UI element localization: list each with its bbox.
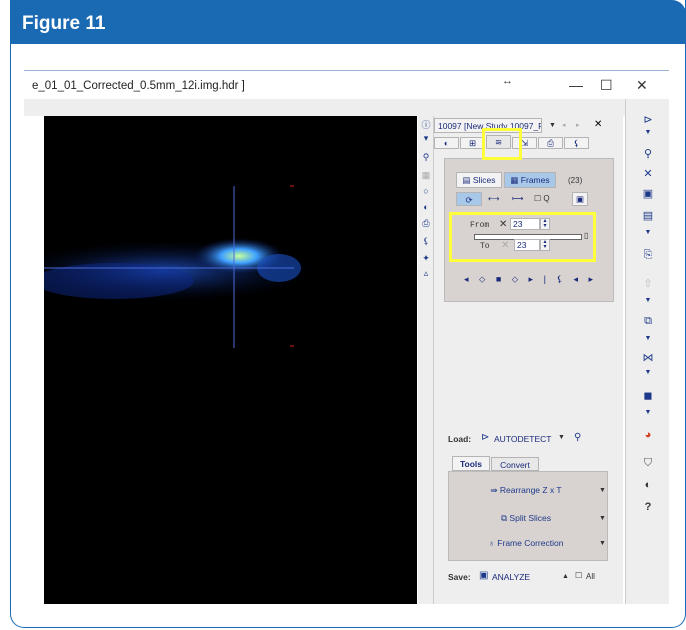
close-button[interactable]: ✕ xyxy=(636,77,648,94)
frames-icon: ▦ xyxy=(510,175,521,185)
split-label: Split Slices xyxy=(509,513,551,523)
tab-print[interactable]: ⎙ xyxy=(538,137,563,149)
figure-title: Figure 11 xyxy=(22,13,106,34)
load-format-dropdown-icon[interactable]: ▼ xyxy=(558,434,565,441)
movie-dropdown-icon[interactable]: ▼ xyxy=(626,409,670,416)
crosshair-tool-icon[interactable]: ⚲ xyxy=(420,152,432,163)
image-viewer[interactable] xyxy=(44,116,417,604)
resize-icon[interactable]: ↔ xyxy=(502,75,513,87)
color-palette-icon[interactable]: ◕ xyxy=(626,429,670,441)
circle-icon[interactable]: ○ xyxy=(420,186,432,196)
slices-label: Slices xyxy=(472,175,496,185)
pin-tool-icon[interactable]: ⚲ xyxy=(626,147,670,160)
terminal-dropdown-icon[interactable]: ▼ xyxy=(626,229,670,236)
forward-icon[interactable]: ⟼ xyxy=(512,194,523,203)
all-checkbox[interactable]: ☐ xyxy=(575,571,582,580)
frame-correction-dropdown-icon[interactable]: ▼ xyxy=(599,540,606,547)
slices-button[interactable]: ▤ Slices xyxy=(456,172,502,188)
load-format[interactable]: AUTODETECT xyxy=(494,434,551,444)
control-panel: 10097 [New Study 10097_P... ▼ ◂ ▸ ✕ ◐ ⊞ … xyxy=(434,116,623,604)
maximize-button[interactable]: ☐ xyxy=(600,77,613,94)
merge-dropdown-icon[interactable]: ▼ xyxy=(626,369,670,376)
rename-icon[interactable]: ⎘ xyxy=(626,249,670,262)
load-pin-icon[interactable]: ⚲ xyxy=(574,432,581,443)
adjust-icon[interactable]: ⚸ xyxy=(420,236,432,247)
tab-convert[interactable]: Convert xyxy=(491,457,539,471)
rearrange-button[interactable]: ⇛ Rearrange Z x T xyxy=(452,481,600,499)
menu-bar xyxy=(24,99,669,116)
playback-controls[interactable]: ◂ ⬦ ■ ⬦ ▸ | ⚸ ◂ ▸ xyxy=(464,274,597,285)
viewer-tool-strip: ⓘ ▾ ⚲ ▦ ○ ◐ ⎙ ⚸ ✦ ▵ xyxy=(418,116,434,604)
info-icon[interactable]: ⓘ xyxy=(420,118,432,131)
split-dropdown-icon[interactable]: ▼ xyxy=(599,515,606,522)
prev-study-icon[interactable]: ◂ xyxy=(562,121,566,129)
right-toolbar: ⊳ ▼ ⚲ ✕ ▣ ▤ ▼ ⎘ ⇧ ▼ ⧉ ▼ ⋈ ▼ ◼ ▼ ◕ ⛉ ◐ ? xyxy=(625,99,669,604)
save-label: Save: xyxy=(448,572,471,582)
next-study-icon[interactable]: ▸ xyxy=(576,121,580,129)
load-label: Load: xyxy=(448,434,472,444)
loop-button[interactable]: ⟳ xyxy=(456,192,482,206)
upload-icon[interactable]: ⇧ xyxy=(626,277,670,290)
merge-icon[interactable]: ⋈ xyxy=(626,351,670,364)
open-folder-icon: ⊳ xyxy=(481,432,490,443)
rearrange-label: Rearrange Z x T xyxy=(499,485,562,495)
save-format[interactable]: ANALYZE xyxy=(492,572,530,582)
slices-icon: ▤ xyxy=(462,175,473,185)
highlight-frames-tab xyxy=(482,128,522,160)
frame-correction-icon: ♁ xyxy=(488,538,498,548)
rearrange-dropdown-icon[interactable]: ▼ xyxy=(599,487,606,494)
study-dropdown-icon[interactable]: ▼ xyxy=(549,122,556,129)
window-title: e_01_01_Corrected_0.5mm_12i.img.hdr ] xyxy=(32,80,245,92)
save-icon[interactable]: ▣ xyxy=(626,187,670,200)
contrast-toggle-icon[interactable]: ◐ xyxy=(626,479,670,491)
save-format-dropdown-icon[interactable]: ▲ xyxy=(562,573,569,580)
contrast-icon[interactable]: ◐ xyxy=(420,202,432,212)
rearrange-icon: ⇛ xyxy=(490,485,500,495)
tab-contrast[interactable]: ◐ xyxy=(434,137,459,149)
split-z-icon[interactable]: ⧉ xyxy=(626,315,670,328)
highlight-frame-range xyxy=(449,212,596,262)
open-dropdown-icon[interactable]: ▼ xyxy=(626,129,670,136)
frame-count: (23) xyxy=(568,176,583,185)
all-label: All xyxy=(586,572,595,581)
shield-icon[interactable]: ⛉ xyxy=(626,457,670,470)
frames-button[interactable]: ▦ Frames xyxy=(504,172,556,188)
help-icon[interactable]: ? xyxy=(626,501,670,513)
minimize-button[interactable]: — xyxy=(569,77,583,93)
frame-correction-label: Frame Correction xyxy=(497,538,564,548)
split-z-dropdown-icon[interactable]: ▼ xyxy=(626,335,670,342)
save-movie-icon[interactable]: ▣ xyxy=(572,192,588,206)
save-disk-icon: ▣ xyxy=(479,570,489,581)
image-canvas[interactable] xyxy=(44,116,417,604)
split-slices-button[interactable]: ⧉ Split Slices xyxy=(452,509,600,527)
frame-correction-button[interactable]: ♁ Frame Correction xyxy=(452,534,600,552)
bounce-icon[interactable]: ⟷ xyxy=(488,194,499,203)
collapse-icon[interactable]: ▵ xyxy=(420,268,432,279)
terminal-icon[interactable]: ▤ xyxy=(626,209,670,222)
tab-adjust[interactable]: ⚸ xyxy=(564,137,589,149)
window-titlebar: e_01_01_Corrected_0.5mm_12i.img.hdr ] ↔ … xyxy=(24,70,669,98)
print-icon[interactable]: ⎙ xyxy=(420,218,432,229)
close-study-button[interactable]: ✕ xyxy=(594,119,602,130)
remove-icon[interactable]: ✕ xyxy=(626,167,670,180)
open-icon[interactable]: ⊳ xyxy=(626,113,670,126)
upload-dropdown-icon[interactable]: ▼ xyxy=(626,297,670,304)
q-toggle-icon[interactable]: ☐ Q xyxy=(534,194,550,203)
pin-icon[interactable]: ✦ xyxy=(420,253,432,264)
tab-tools[interactable]: Tools xyxy=(452,456,490,471)
dropdown-icon[interactable]: ▾ xyxy=(420,133,432,144)
frames-label: Frames xyxy=(520,175,550,185)
movie-icon[interactable]: ◼ xyxy=(626,389,670,402)
grid-icon[interactable]: ▦ xyxy=(420,170,432,181)
